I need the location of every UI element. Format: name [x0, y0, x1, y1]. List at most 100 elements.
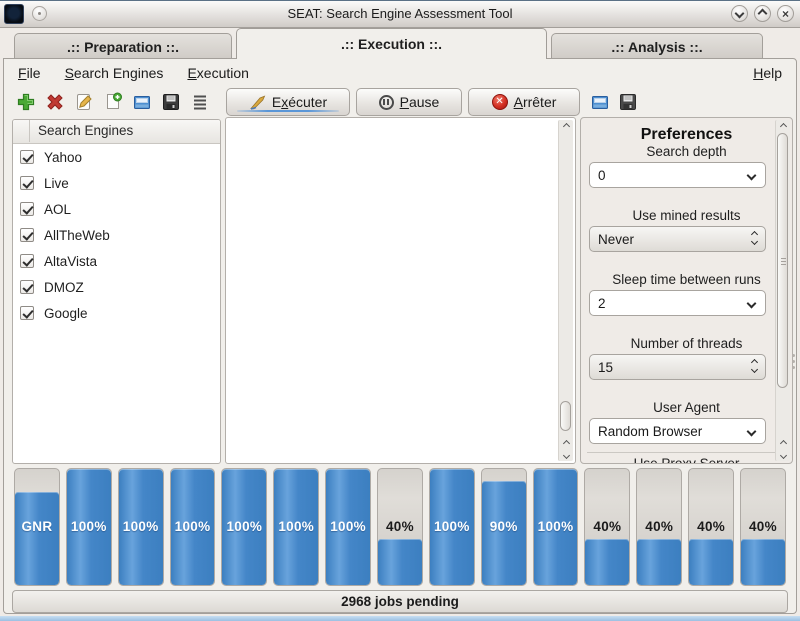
preferences-panel: Preferences Search depth 0 Use mined res… — [580, 117, 793, 464]
thread-progress-bar: 40% — [740, 468, 786, 586]
engine-row[interactable]: Live — [13, 170, 220, 196]
execution-log-panel[interactable] — [225, 117, 576, 464]
use-proxy-server-label: Use Proxy Server — [581, 456, 792, 464]
execution-tab-panel: File Search Engines Execution Help — [3, 58, 797, 614]
thread-progress-bar: 90% — [481, 468, 527, 586]
engine-row[interactable]: Google — [13, 300, 220, 326]
engine-row[interactable]: DMOZ — [13, 274, 220, 300]
search-engines-panel: Search Engines Yahoo Live AOL AllTheWeb — [12, 119, 221, 464]
preference-label: Sleep time between runs — [581, 272, 792, 287]
preference-field: Search depth 0 — [581, 144, 792, 188]
preference-combobox[interactable]: 2 — [589, 290, 766, 316]
stop-label: Arrêter — [514, 94, 557, 110]
bar-label: 100% — [326, 519, 370, 534]
checkmark-icon — [22, 203, 33, 214]
search-engines-header[interactable]: Search Engines — [13, 120, 220, 144]
scroll-up-icon[interactable] — [559, 437, 573, 449]
pause-icon — [379, 95, 394, 110]
scroll-up-icon[interactable] — [559, 120, 573, 132]
checkmark-icon — [22, 229, 33, 240]
engine-row[interactable]: AOL — [13, 196, 220, 222]
bar-label: 100% — [119, 519, 163, 534]
close-button[interactable]: × — [777, 5, 794, 22]
log-scrollbar-thumb[interactable] — [560, 401, 571, 431]
search-engines-list: Yahoo Live AOL AllTheWeb AltaVista — [13, 144, 220, 326]
engine-checkbox[interactable] — [20, 280, 34, 294]
scroll-down-icon[interactable] — [776, 449, 790, 461]
thread-progress-bar: 40% — [584, 468, 630, 586]
preference-field: Use mined results Never — [581, 208, 792, 252]
preference-label: Number of threads — [581, 336, 792, 351]
menu-file[interactable]: File — [18, 65, 41, 81]
menu-search-engines[interactable]: Search Engines — [65, 65, 164, 81]
thread-progress-bar: 100% — [273, 468, 319, 586]
tab-analysis[interactable]: .:: Analysis ::. — [551, 33, 763, 59]
engine-checkbox[interactable] — [20, 254, 34, 268]
preference-combobox[interactable]: Never — [589, 226, 766, 252]
tab-preparation[interactable]: .:: Preparation ::. — [14, 33, 232, 59]
bar-label: 100% — [67, 519, 111, 534]
engine-checkbox[interactable] — [20, 306, 34, 320]
list-targets-icon[interactable] — [188, 90, 212, 114]
bar-fill — [741, 539, 785, 585]
status-bar: 2968 jobs pending — [12, 590, 788, 613]
save-targets-icon[interactable] — [159, 90, 183, 114]
preference-value: Random Browser — [598, 424, 702, 439]
execute-label: Exécuter — [272, 94, 327, 110]
toolbar: Exécuter Pause ✕ Arrêter — [4, 86, 796, 118]
maximize-button[interactable] — [754, 5, 771, 22]
thread-progress-bar: 100% — [429, 468, 475, 586]
spinner-icon — [752, 360, 757, 372]
scroll-up-icon[interactable] — [776, 120, 790, 132]
stop-icon: ✕ — [492, 94, 508, 110]
bar-fill — [15, 492, 59, 585]
preference-field: Sleep time between runs 2 — [581, 272, 792, 316]
preference-field: User Agent Random Browser — [581, 400, 792, 444]
engine-checkbox[interactable] — [20, 228, 34, 242]
thread-progress-bar: 100% — [221, 468, 267, 586]
splitter-handle[interactable] — [791, 354, 795, 376]
preference-combobox[interactable]: 0 — [589, 162, 766, 188]
bar-label: 40% — [689, 519, 733, 534]
engine-row[interactable]: AllTheWeb — [13, 222, 220, 248]
remove-target-icon[interactable] — [43, 90, 67, 114]
window-bottom-border — [0, 616, 800, 621]
shade-button[interactable] — [731, 5, 748, 22]
save-session-icon[interactable] — [616, 90, 640, 114]
new-target-icon[interactable] — [101, 90, 125, 114]
edit-target-icon[interactable] — [72, 90, 96, 114]
scroll-up-icon[interactable] — [776, 437, 790, 449]
tab-execution[interactable]: .:: Execution ::. — [236, 28, 547, 59]
preference-value: 2 — [598, 296, 606, 311]
pause-button[interactable]: Pause — [356, 88, 462, 116]
menu-execution[interactable]: Execution — [187, 65, 249, 81]
log-scrollbar[interactable] — [558, 120, 573, 461]
engine-checkbox[interactable] — [20, 150, 34, 164]
engine-row[interactable]: Yahoo — [13, 144, 220, 170]
scroll-down-icon[interactable] — [559, 449, 573, 461]
stop-button[interactable]: ✕ Arrêter — [468, 88, 580, 116]
open-session-icon[interactable] — [588, 90, 612, 114]
checkmark-icon — [22, 255, 33, 266]
execute-button[interactable]: Exécuter — [226, 88, 350, 116]
preferences-scrollbar[interactable] — [775, 120, 790, 461]
preferences-title: Preferences — [581, 126, 792, 144]
execution-log-text — [229, 119, 557, 462]
bar-fill — [585, 539, 629, 585]
engine-checkbox[interactable] — [20, 202, 34, 216]
add-target-icon[interactable] — [14, 90, 38, 114]
engine-label: Live — [44, 176, 69, 191]
menu-help[interactable]: Help — [753, 65, 782, 81]
bar-label: 100% — [430, 519, 474, 534]
title-bar: SEAT: Search Engine Assessment Tool × — [0, 1, 800, 28]
engine-label: Google — [44, 306, 88, 321]
bar-label: GNR — [15, 519, 59, 534]
open-targets-icon[interactable] — [130, 90, 154, 114]
engine-label: AOL — [44, 202, 71, 217]
preference-combobox[interactable]: 15 — [589, 354, 766, 380]
engine-row[interactable]: AltaVista — [13, 248, 220, 274]
engine-checkbox[interactable] — [20, 176, 34, 190]
preference-combobox[interactable]: Random Browser — [589, 418, 766, 444]
engine-label: Yahoo — [44, 150, 82, 165]
preferences-scrollbar-thumb[interactable] — [777, 133, 788, 388]
